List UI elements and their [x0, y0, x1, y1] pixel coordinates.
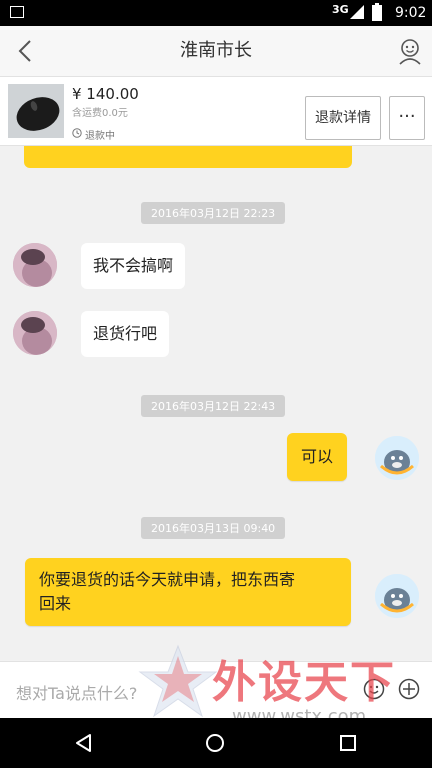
refund-details-button[interactable]: 退款详情 — [305, 96, 381, 140]
partial-message-bubble — [24, 146, 352, 168]
network-type: 3G — [332, 3, 349, 16]
chat-area[interactable]: 2016年03月12日 22:23 我不会搞啊 退货行吧 2016年03月12日… — [0, 146, 432, 660]
page-title: 淮南市长 — [180, 40, 252, 61]
navigation-bar — [0, 718, 432, 768]
avatar[interactable] — [375, 436, 419, 480]
message-line: 回来 — [39, 594, 72, 613]
status-bar: 3G 9:02 — [0, 0, 432, 26]
avatar[interactable] — [375, 574, 419, 618]
star-logo-icon — [138, 644, 218, 718]
clock: 9:02 — [395, 5, 427, 21]
timestamp: 2016年03月13日 09:40 — [141, 517, 286, 539]
more-options-button[interactable]: ··· — [389, 96, 425, 140]
recents-nav-icon[interactable] — [338, 733, 358, 753]
product-thumbnail[interactable] — [8, 84, 64, 138]
back-arrow-icon[interactable] — [12, 36, 42, 66]
add-icon[interactable] — [398, 678, 420, 700]
battery-icon — [372, 3, 382, 21]
refund-status: 退款中 — [85, 131, 115, 142]
chat-header: 淮南市长 — [0, 26, 432, 77]
shipping-fee: 含运费0.0元 — [72, 108, 128, 119]
timestamp: 2016年03月12日 22:23 — [141, 202, 286, 224]
clock-icon — [72, 128, 82, 138]
back-nav-icon[interactable] — [74, 733, 94, 753]
avatar[interactable] — [13, 243, 57, 287]
message-bubble: 可以 — [287, 433, 348, 481]
message-bubble: 你要退货的话今天就申请，把东西寄 回来 — [25, 558, 351, 626]
gallery-notification-icon — [10, 6, 24, 18]
signal-icon — [350, 5, 364, 19]
message-bubble: 退货行吧 — [81, 311, 170, 357]
avatar[interactable] — [13, 311, 57, 355]
message-bubble: 我不会搞啊 — [81, 243, 186, 289]
message-input[interactable]: 想对Ta说点什么? — [16, 680, 137, 704]
timestamp: 2016年03月12日 22:43 — [141, 395, 286, 417]
profile-icon[interactable] — [395, 36, 425, 66]
product-price: ¥ 140.00 — [72, 85, 139, 103]
message-line: 你要退货的话今天就申请，把东西寄 — [39, 570, 296, 589]
home-nav-icon[interactable] — [205, 733, 225, 753]
watermark-brand: 外设天下 — [212, 657, 396, 708]
